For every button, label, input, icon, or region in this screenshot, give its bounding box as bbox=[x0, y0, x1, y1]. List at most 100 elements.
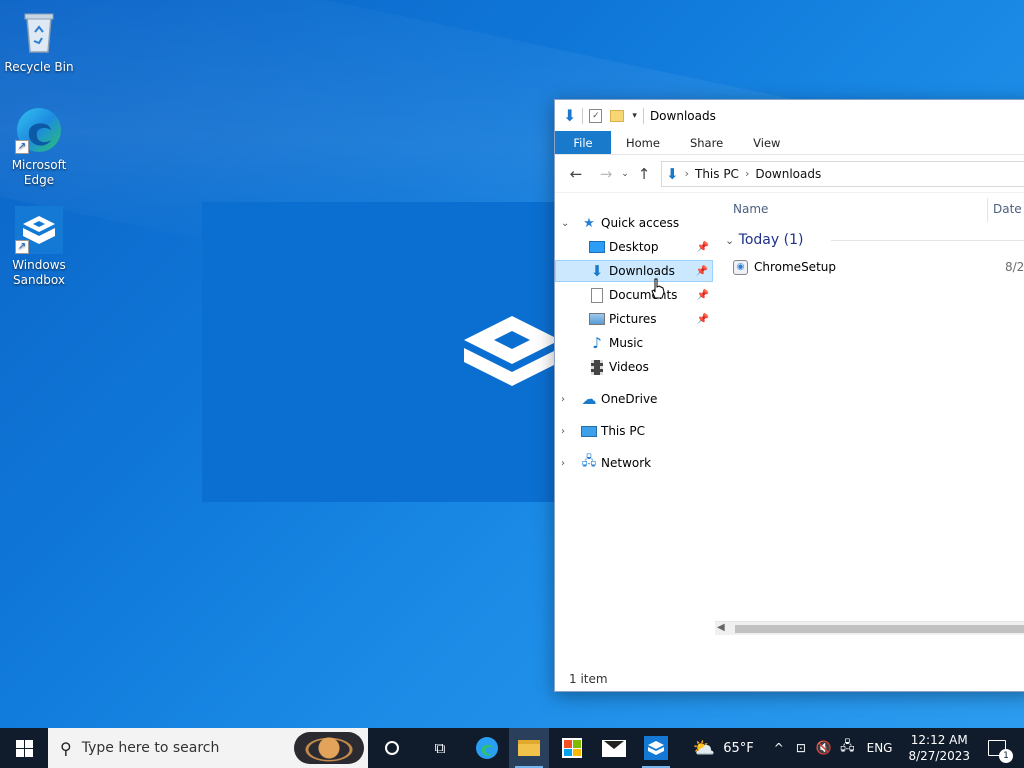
network-icon[interactable]: 🖧 bbox=[840, 737, 855, 759]
column-header-name[interactable]: Name bbox=[733, 202, 768, 216]
title-bar: ⬇ ✓ ▾ Downloads bbox=[555, 100, 1024, 131]
pin-icon[interactable]: 📌 bbox=[697, 290, 709, 301]
chevron-right-icon[interactable]: › bbox=[561, 426, 571, 437]
group-header-today[interactable]: ⌄ Today (1) bbox=[725, 232, 803, 248]
cortana-circle-icon bbox=[385, 741, 399, 755]
pin-icon[interactable]: 📌 bbox=[696, 266, 708, 277]
nav-item-this-pc[interactable]: › This PC bbox=[555, 420, 713, 442]
pin-icon[interactable]: 📌 bbox=[697, 314, 709, 325]
nav-item-videos[interactable]: Videos bbox=[555, 356, 713, 378]
nav-item-network[interactable]: › 🖧 Network bbox=[555, 452, 713, 474]
pictures-icon bbox=[589, 311, 605, 327]
ribbon-tabs: File Home Share View bbox=[555, 131, 1024, 155]
nav-item-quick-access[interactable]: ⌄ ★ Quick access bbox=[555, 212, 713, 234]
notification-count-badge: 1 bbox=[999, 749, 1013, 763]
group-label: Today (1) bbox=[738, 232, 804, 248]
tab-home[interactable]: Home bbox=[611, 131, 675, 154]
taskbar-store[interactable] bbox=[552, 728, 592, 768]
file-explorer-window[interactable]: ⬇ ✓ ▾ Downloads File Home Share View ← →… bbox=[554, 99, 1024, 692]
shortcut-arrow-icon: ↗ bbox=[15, 240, 29, 254]
forward-arrow-icon[interactable]: → bbox=[595, 165, 617, 183]
nav-item-music[interactable]: ♪ Music bbox=[555, 332, 713, 354]
breadcrumb-downloads[interactable]: Downloads bbox=[755, 167, 821, 181]
language-indicator[interactable]: ENG bbox=[867, 741, 893, 755]
back-arrow-icon[interactable]: ← bbox=[565, 165, 587, 183]
customize-qat-icon[interactable]: ▾ bbox=[632, 111, 637, 121]
taskbar-file-explorer[interactable] bbox=[509, 728, 549, 768]
system-tray: ⛅ 65°F ^ ⊡ 🔇 🖧 ENG 12:12 AM 8/27/2023 1 bbox=[693, 728, 1024, 768]
breadcrumb-this-pc[interactable]: This PC bbox=[695, 167, 739, 181]
nav-item-downloads[interactable]: ⬇ Downloads 📌 bbox=[555, 260, 713, 282]
downloads-arrow-icon: ⬇ bbox=[590, 262, 604, 280]
desktop-icon-windows-sandbox[interactable]: ↗ Windows Sandbox bbox=[1, 206, 77, 288]
nav-label: Quick access bbox=[601, 216, 680, 230]
navigation-pane[interactable]: ⌄ ★ Quick access Desktop 📌 ⬇ Downloads 📌… bbox=[555, 194, 715, 667]
sandbox-icon bbox=[644, 736, 668, 760]
file-list[interactable]: Name Date m ⌄ Today (1) ◉ ChromeSetup 8/… bbox=[721, 194, 1024, 667]
tab-view[interactable]: View bbox=[738, 131, 795, 154]
notification-center-button[interactable]: 1 bbox=[988, 740, 1013, 763]
meet-now-icon[interactable]: ⊡ bbox=[796, 741, 806, 755]
chevron-right-icon[interactable]: › bbox=[561, 394, 571, 405]
up-arrow-icon[interactable]: ↑ bbox=[633, 165, 655, 183]
nav-item-onedrive[interactable]: › ☁ OneDrive bbox=[555, 388, 713, 410]
divider bbox=[642, 107, 644, 124]
properties-icon[interactable]: ✓ bbox=[589, 108, 603, 123]
nav-label: Downloads bbox=[609, 264, 675, 278]
nav-item-desktop[interactable]: Desktop 📌 bbox=[555, 236, 713, 258]
desktop-icon-label: Windows Sandbox bbox=[12, 258, 66, 287]
chevron-down-icon[interactable]: ⌄ bbox=[561, 218, 571, 229]
column-header-date[interactable]: Date m bbox=[993, 202, 1024, 216]
start-button[interactable] bbox=[0, 728, 48, 768]
weather-cloud-icon[interactable]: ⛅ bbox=[693, 738, 715, 759]
recycle-bin-icon bbox=[15, 8, 63, 56]
chevron-right-icon[interactable]: › bbox=[561, 458, 571, 469]
divider bbox=[582, 107, 584, 124]
sandbox-splash-window bbox=[202, 202, 562, 502]
horizontal-scrollbar[interactable]: ◀ bbox=[715, 621, 1024, 635]
new-folder-icon[interactable] bbox=[610, 109, 625, 122]
cortana-button[interactable] bbox=[370, 728, 414, 768]
pin-icon[interactable]: 📌 bbox=[697, 242, 709, 253]
group-divider bbox=[831, 240, 1024, 241]
nav-label: This PC bbox=[601, 424, 645, 438]
column-divider[interactable] bbox=[987, 198, 988, 222]
taskbar-search-box[interactable]: ⚲ Type here to search bbox=[48, 728, 368, 768]
clock[interactable]: 12:12 AM 8/27/2023 bbox=[908, 732, 970, 764]
search-icon: ⚲ bbox=[60, 738, 72, 758]
taskbar-windows-sandbox[interactable] bbox=[636, 728, 676, 768]
nav-item-documents[interactable]: Documents 📌 bbox=[555, 284, 713, 306]
downloads-arrow-icon[interactable]: ⬇ bbox=[563, 106, 576, 125]
star-icon: ★ bbox=[583, 215, 595, 231]
recent-locations-chevron-icon[interactable]: ⌄ bbox=[617, 169, 633, 179]
network-icon: 🖧 bbox=[581, 454, 597, 469]
show-hidden-icons-chevron-icon[interactable]: ^ bbox=[774, 741, 784, 755]
task-view-icon: ⧉ bbox=[434, 739, 446, 757]
task-view-button[interactable]: ⧉ bbox=[418, 728, 462, 768]
sandbox-logo-icon bbox=[464, 316, 560, 386]
file-row[interactable]: ◉ ChromeSetup 8/27/2 bbox=[733, 257, 1024, 277]
address-bar[interactable]: ⬇ › This PC › Downloads bbox=[661, 160, 1024, 187]
desktop-folder-icon bbox=[589, 239, 605, 255]
volume-muted-icon[interactable]: 🔇 bbox=[816, 741, 832, 756]
nav-label: Network bbox=[601, 456, 652, 470]
taskbar-mail[interactable] bbox=[594, 728, 634, 768]
scroll-left-arrow-icon[interactable]: ◀ bbox=[717, 622, 725, 633]
chevron-right-icon[interactable]: › bbox=[685, 167, 689, 180]
taskbar-edge[interactable] bbox=[465, 728, 509, 768]
nav-item-pictures[interactable]: Pictures 📌 bbox=[555, 308, 713, 330]
tab-share[interactable]: Share bbox=[675, 131, 738, 154]
computer-icon bbox=[581, 423, 597, 439]
tab-file[interactable]: File bbox=[555, 131, 611, 154]
search-placeholder: Type here to search bbox=[81, 740, 220, 756]
weather-temperature[interactable]: 65°F bbox=[723, 741, 754, 756]
installer-file-icon: ◉ bbox=[733, 259, 748, 275]
edge-icon bbox=[476, 737, 498, 759]
chevron-right-icon[interactable]: › bbox=[745, 167, 749, 180]
explorer-body: ⌄ ★ Quick access Desktop 📌 ⬇ Downloads 📌… bbox=[555, 194, 1024, 667]
desktop-icon-recycle-bin[interactable]: Recycle Bin bbox=[1, 8, 77, 75]
nav-label: Pictures bbox=[609, 312, 657, 326]
scroll-thumb[interactable] bbox=[735, 625, 1024, 633]
nav-label: Documents bbox=[609, 288, 678, 302]
desktop-icon-edge[interactable]: ↗ Microsoft Edge bbox=[1, 106, 77, 188]
